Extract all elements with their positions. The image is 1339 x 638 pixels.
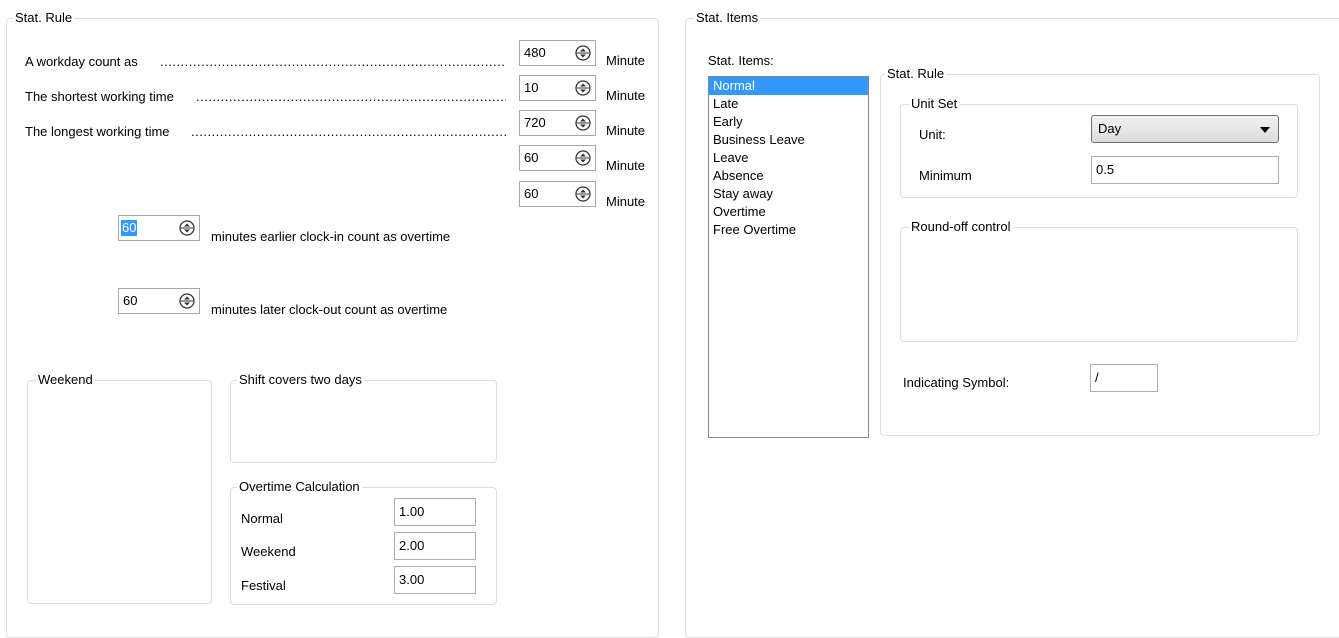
weekend-title: Weekend — [36, 372, 95, 388]
spinner-value[interactable]: 720 — [524, 115, 546, 131]
leader-dots: ........................................… — [196, 89, 506, 104]
shift-two-days-title: Shift covers two days — [237, 372, 364, 388]
input-value[interactable]: 3.00 — [399, 572, 424, 588]
spinner-value[interactable]: 60 — [524, 150, 538, 166]
list-item[interactable]: Normal — [709, 77, 868, 95]
leader-dots: ........................................… — [160, 54, 506, 69]
spin-up-down-icon[interactable] — [575, 150, 591, 166]
weekend-group: Weekend — [27, 372, 212, 604]
shortest-time-label: The shortest working time — [25, 89, 174, 104]
spinner-value[interactable]: 60 — [123, 293, 137, 309]
stat-items-list-label: Stat. Items: — [708, 53, 774, 68]
list-item[interactable]: Free Overtime — [709, 221, 868, 239]
chevron-down-icon[interactable] — [1260, 127, 1270, 133]
indicating-symbol-label: Indicating Symbol: — [903, 375, 1010, 390]
workday-count-label: A workday count as — [25, 54, 138, 69]
minimum-label: Minimum — [919, 168, 972, 183]
longest-time-label: The longest working time — [25, 124, 170, 139]
list-item[interactable]: Overtime — [709, 203, 868, 221]
overtime-normal-label: Normal — [241, 511, 283, 526]
unit-dropdown[interactable]: Day — [1091, 115, 1279, 143]
list-item[interactable]: Early — [709, 113, 868, 131]
spinner-value[interactable]: 10 — [524, 80, 538, 96]
overtime-weekend-label: Weekend — [241, 544, 296, 559]
minimum-input[interactable]: 0.5 — [1091, 156, 1279, 184]
overtime-festival-input[interactable]: 3.00 — [394, 566, 476, 594]
later-clockout-label: minutes later clock-out count as overtim… — [211, 302, 448, 317]
spinner-value[interactable]: 60 — [524, 186, 538, 202]
overtime-festival-label: Festival — [241, 578, 286, 593]
indicating-symbol-input[interactable]: / — [1090, 364, 1158, 392]
stat-items-list[interactable]: Normal Late Early Business Leave Leave A… — [708, 76, 869, 438]
list-item[interactable]: Stay away — [709, 185, 868, 203]
spinner-value[interactable]: 480 — [524, 45, 546, 61]
item-stat-rule-title: Stat. Rule — [885, 66, 947, 82]
overtime-calculation-title: Overtime Calculation — [237, 479, 362, 495]
unit-label: Minute — [606, 88, 646, 103]
input-value[interactable]: 1.00 — [399, 504, 424, 520]
unit-dropdown-value[interactable]: Day — [1098, 121, 1121, 137]
spin-up-down-icon[interactable] — [575, 45, 591, 61]
unit-label: Minute — [606, 53, 646, 68]
extra-minute-spinner-1[interactable]: 60 — [519, 145, 596, 171]
overtime-normal-input[interactable]: 1.00 — [394, 498, 476, 526]
list-item[interactable]: Business Leave — [709, 131, 868, 149]
input-value[interactable]: 2.00 — [399, 538, 424, 554]
spinner-value[interactable]: 60 — [121, 220, 138, 236]
roundoff-control-group: Round-off control — [900, 219, 1298, 342]
spin-up-down-icon[interactable] — [575, 186, 591, 202]
input-value[interactable]: / — [1095, 370, 1099, 386]
longest-time-spinner[interactable]: 720 — [519, 110, 596, 136]
overtime-weekend-input[interactable]: 2.00 — [394, 532, 476, 560]
list-item[interactable]: Leave — [709, 149, 868, 167]
later-clockout-spinner[interactable]: 60 — [118, 288, 200, 314]
earlier-clockin-label: minutes earlier clock-in count as overti… — [211, 229, 451, 244]
stat-items-title: Stat. Items — [694, 10, 761, 26]
spin-up-down-icon[interactable] — [575, 115, 591, 131]
spin-up-down-icon[interactable] — [575, 80, 591, 96]
unit-label: Unit: — [919, 127, 946, 142]
input-value[interactable]: 0.5 — [1096, 162, 1114, 178]
list-item[interactable]: Absence — [709, 167, 868, 185]
unit-label: Minute — [606, 123, 646, 138]
spin-up-down-icon[interactable] — [179, 293, 195, 309]
shift-two-days-group: Shift covers two days — [230, 372, 497, 463]
extra-minute-spinner-2[interactable]: 60 — [519, 181, 596, 207]
spin-up-down-icon[interactable] — [179, 220, 195, 236]
unit-label: Minute — [606, 194, 646, 209]
roundoff-control-title: Round-off control — [909, 219, 1013, 235]
stat-rule-title: Stat. Rule — [13, 10, 75, 26]
leader-dots: ........................................… — [191, 124, 506, 139]
workday-count-spinner[interactable]: 480 — [519, 40, 596, 66]
unit-label: Minute — [606, 158, 646, 173]
unit-set-title: Unit Set — [909, 96, 960, 112]
earlier-clockin-spinner[interactable]: 60 — [118, 215, 200, 241]
shortest-time-spinner[interactable]: 10 — [519, 75, 596, 101]
list-item[interactable]: Late — [709, 95, 868, 113]
